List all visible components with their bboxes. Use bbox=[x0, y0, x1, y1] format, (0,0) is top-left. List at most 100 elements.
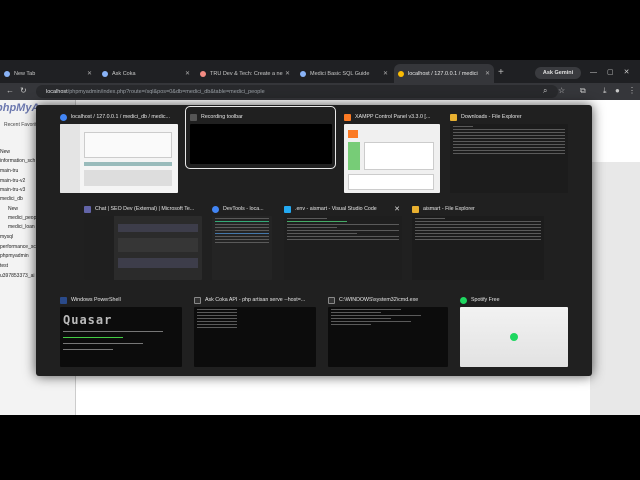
close-icon[interactable]: ✕ bbox=[185, 70, 190, 77]
window-powershell[interactable]: Windows PowerShell Quasar bbox=[60, 293, 182, 367]
window-title: Spotify Free bbox=[471, 297, 500, 303]
vscode-icon bbox=[284, 205, 291, 213]
tab-localhost[interactable]: localhost / 127.0.0.1 / medici ✕ bbox=[394, 64, 494, 83]
xampp-icon bbox=[344, 113, 351, 121]
powershell-icon bbox=[60, 296, 67, 304]
recording-icon bbox=[190, 113, 197, 121]
cmd-icon bbox=[328, 296, 335, 304]
tab-label: localhost / 127.0.0.1 / medici bbox=[408, 70, 478, 77]
download-icon[interactable]: ⤓ bbox=[603, 86, 607, 96]
tree-item[interactable]: New bbox=[8, 206, 18, 212]
browser-toolbar: ← ↻ localhost /phpmyadmin/index.php?rout… bbox=[0, 83, 640, 100]
browser-tab-bar: New Tab ✕ Ask Coka ✕ TRU Dev & Tech: Cre… bbox=[0, 60, 640, 83]
tree-item[interactable]: medici_peop bbox=[8, 215, 36, 221]
profile-icon[interactable]: ● bbox=[615, 86, 620, 95]
tab-new-tab[interactable]: New Tab ✕ bbox=[0, 64, 96, 83]
window-thumbnail bbox=[460, 307, 568, 367]
window-thumbnail bbox=[284, 216, 402, 280]
quasar-banner: Quasar bbox=[63, 313, 113, 327]
tab-ask-coka[interactable]: Ask Coka ✕ bbox=[98, 64, 194, 83]
window-title: aismart - File Explorer bbox=[423, 206, 475, 212]
tree-item[interactable]: main-tru bbox=[0, 168, 18, 174]
phpmyadmin-icon bbox=[398, 70, 404, 77]
close-icon[interactable]: ✕ bbox=[485, 70, 490, 77]
bookmark-star-icon[interactable]: ☆ bbox=[558, 86, 565, 95]
url-path: /phpmyadmin/index.php?route=/sql&pos=0&d… bbox=[67, 88, 265, 95]
window-thumbnail bbox=[190, 124, 332, 164]
url-host: localhost bbox=[46, 88, 68, 95]
window-title: localhost / 127.0.0.1 / medici_db / medi… bbox=[71, 114, 170, 120]
tree-item[interactable]: main-tru-v3 bbox=[0, 187, 25, 193]
ask-gemini-button[interactable]: Ask Gemini bbox=[535, 67, 581, 79]
tree-item[interactable]: medici_loan bbox=[8, 224, 35, 230]
tree-item[interactable]: medici_db bbox=[0, 196, 23, 202]
window-title: Recording toolbar bbox=[201, 114, 243, 120]
tree-item[interactable]: New bbox=[0, 149, 10, 155]
window-title: Ask Coka API - php artisan serve --host=… bbox=[205, 297, 306, 303]
window-title: DevTools - loca... bbox=[223, 206, 264, 212]
window-thumbnail bbox=[84, 216, 202, 280]
globe-icon bbox=[102, 70, 108, 77]
window-controls[interactable]: —▢✕ bbox=[590, 68, 639, 76]
tree-item[interactable]: information_sch bbox=[0, 158, 35, 164]
window-thumbnail bbox=[60, 124, 178, 193]
window-spotify[interactable]: Spotify Free bbox=[460, 293, 568, 367]
window-xampp[interactable]: XAMPP Control Panel v3.3.0 [... bbox=[344, 110, 440, 193]
window-aismart-explorer[interactable]: aismart - File Explorer bbox=[412, 202, 544, 280]
search-icon[interactable]: ⌕ bbox=[543, 86, 547, 96]
window-thumbnail bbox=[412, 216, 544, 280]
site-icon bbox=[200, 70, 206, 77]
close-icon[interactable]: ✕ bbox=[394, 205, 400, 213]
window-cmd[interactable]: C:\WINDOWS\system32\cmd.exe bbox=[328, 293, 448, 367]
window-recording-toolbar[interactable]: Recording toolbar bbox=[190, 110, 332, 164]
tree-item[interactable]: performance_sc bbox=[0, 244, 36, 250]
tree-item[interactable]: mysql bbox=[0, 234, 13, 240]
pma-main-panel bbox=[590, 162, 640, 415]
window-title: C:\WINDOWS\system32\cmd.exe bbox=[339, 297, 419, 303]
chrome-icon bbox=[60, 113, 67, 121]
spotify-logo-icon bbox=[510, 333, 518, 341]
window-devtools[interactable]: DevTools - loca... bbox=[212, 202, 272, 280]
window-title: XAMPP Control Panel v3.3.0 [... bbox=[355, 114, 431, 120]
devtools-icon bbox=[212, 205, 219, 213]
tree-item[interactable]: test bbox=[0, 263, 8, 269]
menu-icon[interactable]: ⋮ bbox=[628, 86, 636, 95]
window-teams[interactable]: Chat | SEO Dev (External) | Microsoft Te… bbox=[84, 202, 202, 280]
folder-icon bbox=[412, 205, 419, 213]
terminal-icon bbox=[194, 296, 201, 304]
window-thumbnail bbox=[194, 307, 316, 367]
new-tab-button[interactable]: + bbox=[498, 67, 504, 78]
tab-label: New Tab bbox=[14, 70, 36, 77]
window-localhost[interactable]: localhost / 127.0.0.1 / medici_db / medi… bbox=[60, 110, 178, 193]
address-bar[interactable]: localhost /phpmyadmin/index.php?route=/s… bbox=[36, 85, 558, 98]
window-thumbnail bbox=[344, 124, 440, 193]
tab-label: Ask Coka bbox=[112, 70, 136, 77]
window-thumbnail bbox=[212, 216, 272, 280]
window-ask-coka-api[interactable]: Ask Coka API - php artisan serve --host=… bbox=[194, 293, 316, 367]
window-title: Windows PowerShell bbox=[71, 297, 121, 303]
folder-icon bbox=[450, 113, 457, 121]
window-downloads[interactable]: Downloads - File Explorer bbox=[450, 110, 568, 193]
tree-item[interactable]: u397853373_ai bbox=[0, 273, 34, 279]
task-switcher: localhost / 127.0.0.1 / medici_db / medi… bbox=[36, 105, 592, 376]
window-thumbnail bbox=[328, 307, 448, 367]
close-icon[interactable]: ✕ bbox=[383, 70, 388, 77]
back-icon[interactable]: ← bbox=[6, 86, 14, 95]
close-icon[interactable]: ✕ bbox=[285, 70, 290, 77]
globe-icon bbox=[4, 70, 10, 77]
window-title: .env - aismart - Visual Studio Code bbox=[295, 206, 377, 212]
tab-tru-dev[interactable]: TRU Dev & Tech: Create a ne ✕ bbox=[196, 64, 294, 83]
tab-label: Medici Basic SQL Guide bbox=[310, 70, 370, 77]
pma-logo: phpMyA bbox=[0, 102, 40, 114]
window-title: Chat | SEO Dev (External) | Microsoft Te… bbox=[95, 206, 195, 212]
window-vscode[interactable]: .env - aismart - Visual Studio Code ✕ bbox=[284, 202, 402, 280]
tree-item[interactable]: main-tru-v2 bbox=[0, 178, 25, 184]
tab-label: TRU Dev & Tech: Create a ne bbox=[210, 70, 283, 77]
tab-medici-guide[interactable]: Medici Basic SQL Guide ✕ bbox=[296, 64, 392, 83]
reload-icon[interactable]: ↻ bbox=[20, 86, 27, 95]
spotify-icon bbox=[460, 296, 467, 304]
tree-item[interactable]: phpmyadmin bbox=[0, 253, 29, 259]
close-icon[interactable]: ✕ bbox=[87, 70, 92, 77]
window-thumbnail bbox=[450, 124, 568, 193]
extensions-icon[interactable]: ⧉ bbox=[580, 86, 586, 96]
